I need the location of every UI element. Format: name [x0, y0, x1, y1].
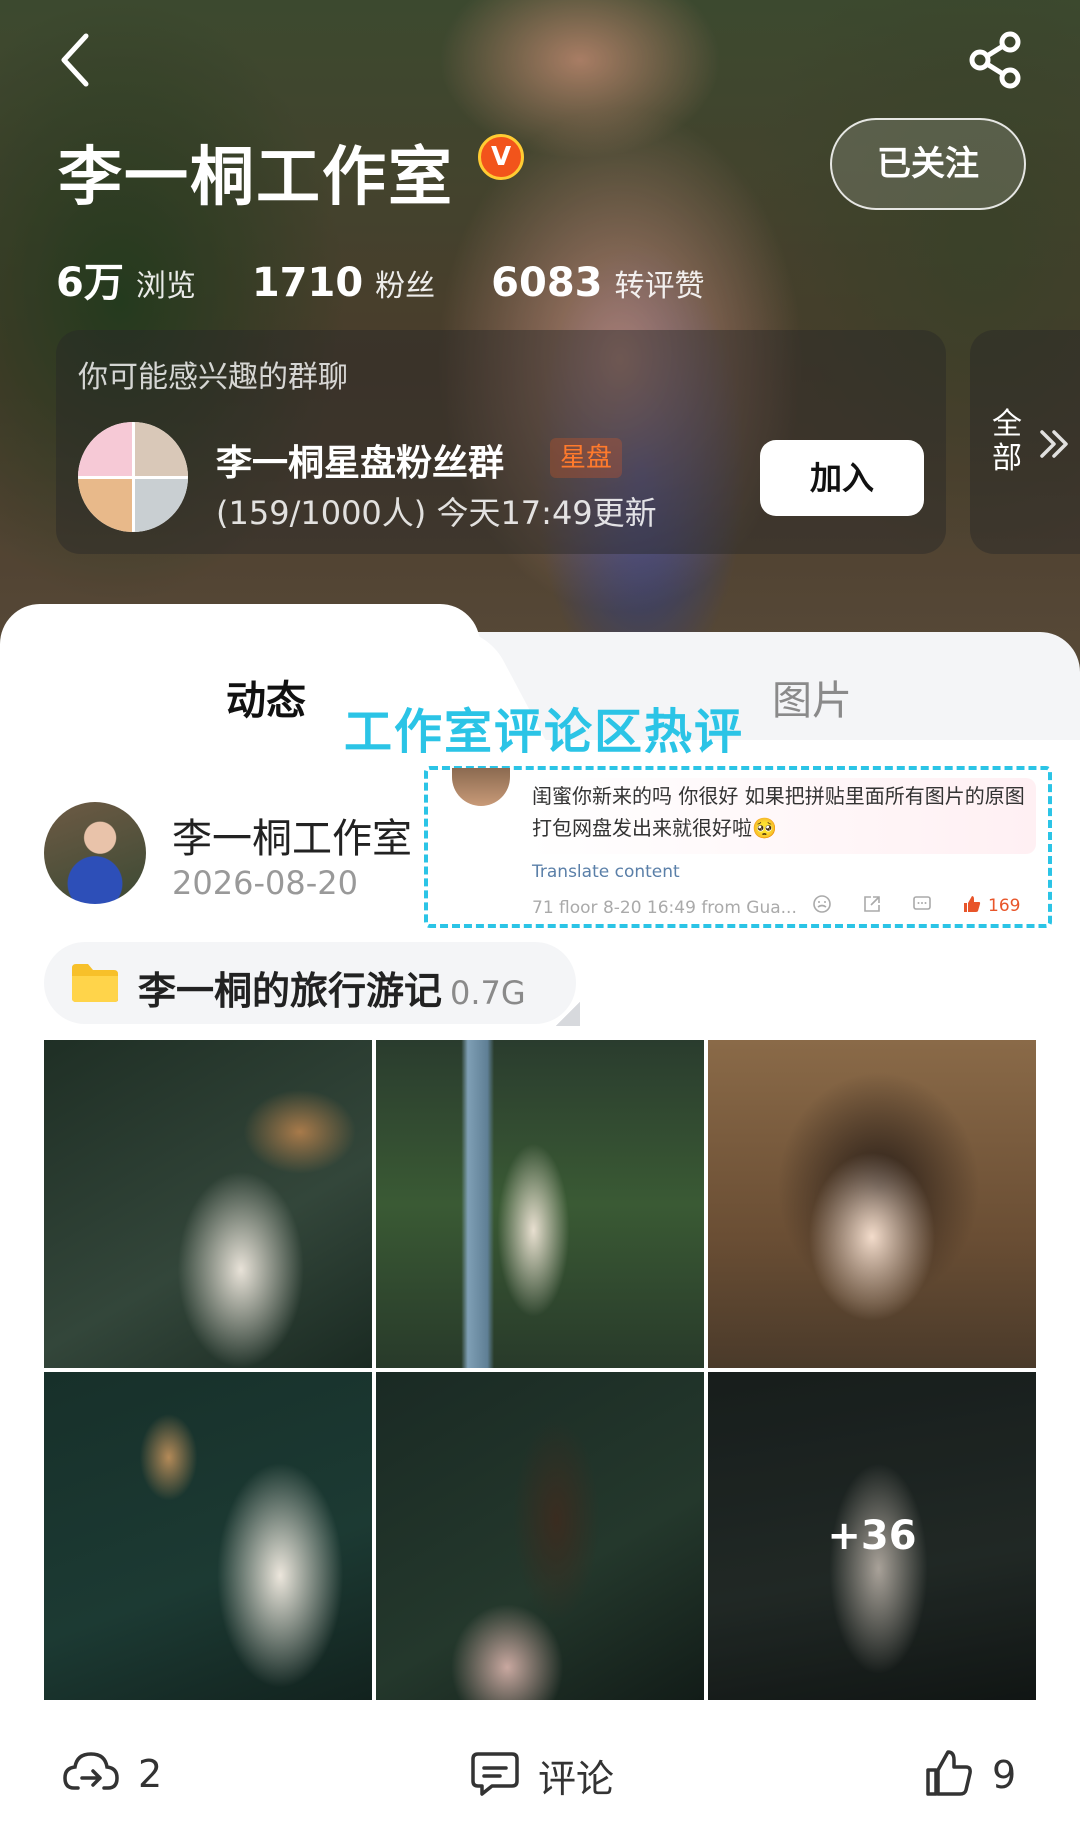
share-icon[interactable]: [966, 30, 1026, 90]
comment-actions: 169: [812, 894, 1020, 918]
like-button[interactable]: 9: [924, 1748, 1016, 1802]
stat-value: 1710: [251, 260, 364, 306]
reply-icon[interactable]: [912, 894, 932, 918]
repost-icon: [62, 1748, 120, 1800]
all-groups-button[interactable]: 全部: [970, 330, 1080, 554]
stat-value: 6万: [56, 260, 124, 306]
photo-thumbnail-more[interactable]: +36: [708, 1372, 1036, 1700]
photo-thumbnail[interactable]: [376, 1372, 704, 1700]
avatar[interactable]: [44, 802, 146, 904]
group-member-info: (159/1000人) 今天17:49更新: [216, 494, 657, 532]
comment-icon: [470, 1750, 520, 1802]
follow-button[interactable]: 已关注: [830, 118, 1026, 210]
annotation-label: 工作室评论区热评: [344, 704, 745, 760]
commenter-avatar: [452, 768, 510, 806]
join-group-button[interactable]: 加入: [760, 440, 924, 516]
shared-file-link[interactable]: 李一桐的旅行游记 0.7G: [44, 942, 580, 1026]
photo-thumbnail[interactable]: [44, 1372, 372, 1700]
stat-views[interactable]: 6万 浏览: [56, 250, 196, 308]
comment-text: 闺蜜你新来的吗 你很好 如果把拼贴里面所有图片的原图打包网盘发出来就很好啦🥺: [532, 784, 1025, 840]
photo-thumbnail[interactable]: [376, 1040, 704, 1368]
photo-thumbnail[interactable]: [708, 1040, 1036, 1368]
like-icon: [924, 1748, 974, 1802]
file-name: 李一桐的旅行游记 0.7G: [138, 960, 526, 1015]
photo-grid: +36: [44, 1040, 1036, 1700]
repost-count: 2: [138, 1752, 163, 1796]
stat-engagement[interactable]: 6083 转评赞: [491, 260, 704, 306]
verified-badge-icon: V: [478, 134, 524, 180]
comment-like-icon[interactable]: [962, 894, 982, 918]
group-card-title: 你可能感兴趣的群聊: [78, 360, 348, 395]
back-icon[interactable]: [50, 28, 106, 92]
double-chevron-right-icon: [1034, 424, 1074, 468]
all-groups-label: 全部: [992, 407, 1022, 476]
comment-like-count: 169: [988, 896, 1021, 916]
file-name-text: 李一桐的旅行游记: [138, 969, 443, 1013]
hot-comment-screenshot: 闺蜜你新来的吗 你很好 如果把拼贴里面所有图片的原图打包网盘发出来就很好啦🥺 T…: [424, 766, 1052, 928]
translate-link[interactable]: Translate content: [532, 862, 680, 882]
post-date: 2026-08-20: [172, 864, 358, 902]
group-chat-card[interactable]: 你可能感兴趣的群聊 李一桐星盘粉丝群 星盘 (159/1000人) 今天17:4…: [56, 330, 946, 554]
stat-fans[interactable]: 1710 粉丝: [252, 260, 435, 306]
dislike-icon[interactable]: [812, 894, 832, 918]
comment-label: 评论: [538, 1757, 615, 1801]
tab-photos[interactable]: 图片: [772, 668, 852, 726]
group-tag-badge: 星盘: [550, 438, 623, 478]
comment-button[interactable]: 评论: [470, 1748, 614, 1803]
group-avatar: [78, 422, 188, 532]
more-photos-count: +36: [827, 1513, 917, 1559]
photo-thumbnail[interactable]: [44, 1040, 372, 1368]
profile-header: 李一桐工作室 V 已关注 6万 浏览 1710 粉丝 6083 转评赞 你可能感…: [0, 0, 1080, 680]
stat-label: 浏览: [135, 269, 196, 304]
like-count: 9: [992, 1753, 1017, 1797]
repost-button[interactable]: 2: [62, 1748, 162, 1800]
stat-label: 粉丝: [375, 269, 436, 304]
comment-meta: 71 floor 8-20 16:49 from Gua...: [532, 898, 797, 918]
file-size: 0.7G: [450, 974, 526, 1012]
group-name: 李一桐星盘粉丝群: [216, 443, 505, 484]
stat-label: 转评赞: [614, 269, 705, 304]
post-author[interactable]: 李一桐工作室: [172, 806, 412, 864]
share-icon[interactable]: [862, 894, 882, 918]
profile-stats: 6万 浏览 1710 粉丝 6083 转评赞: [56, 250, 761, 308]
stat-value: 6083: [491, 260, 603, 306]
folder-icon: [70, 962, 120, 1004]
tab-dynamic[interactable]: 动态: [226, 668, 306, 726]
profile-name: 李一桐工作室: [58, 141, 454, 215]
